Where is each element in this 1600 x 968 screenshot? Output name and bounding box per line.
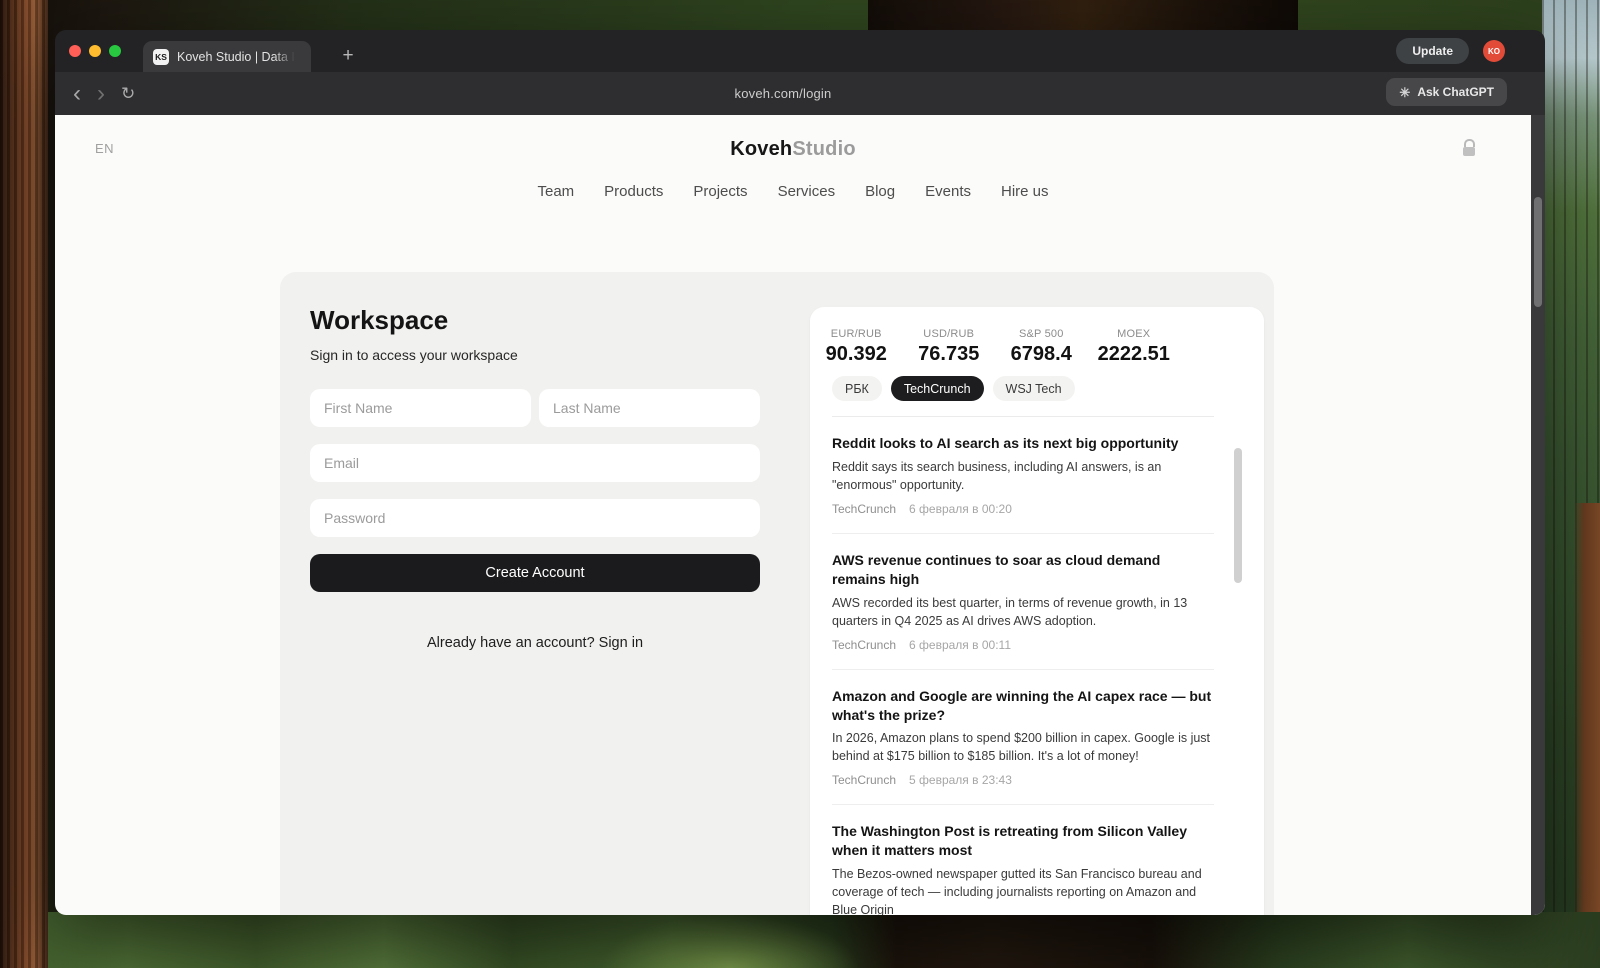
screenshot-stage: KS Koveh Studio | Data I + Update KO ‹ ›… xyxy=(0,0,1600,968)
wallpaper-sunlit-grass xyxy=(600,914,860,968)
news-timestamp: 6 февраля в 00:11 xyxy=(909,638,1011,652)
ticker-moex: MOEX 2222.51 xyxy=(1088,328,1181,366)
browser-tab[interactable]: KS Koveh Studio | Data I xyxy=(143,41,311,72)
form-title: Workspace xyxy=(310,305,760,336)
password-field[interactable] xyxy=(310,499,760,537)
news-item[interactable]: Reddit looks to AI search as its next bi… xyxy=(832,417,1214,534)
sign-in-link[interactable]: Already have an account? Sign in xyxy=(310,635,760,651)
nav-item-events[interactable]: Events xyxy=(925,183,971,200)
news-source: TechCrunch xyxy=(832,502,896,516)
source-tab-wsj-tech[interactable]: WSJ Tech xyxy=(993,376,1075,401)
content-panel: Workspace Sign in to access your workspa… xyxy=(280,272,1274,915)
site-logo[interactable]: KovehStudio xyxy=(55,138,1531,161)
lock-icon[interactable] xyxy=(1463,139,1475,156)
openai-icon: ✳ xyxy=(1399,86,1410,99)
reload-icon[interactable]: ↻ xyxy=(121,84,135,104)
new-tab-button[interactable]: + xyxy=(335,43,361,69)
ticker-sp500: S&P 500 6798.4 xyxy=(995,328,1088,366)
wallpaper-tree-trunk-left xyxy=(0,0,48,968)
news-item[interactable]: AWS revenue continues to soar as cloud d… xyxy=(832,534,1214,670)
browser-titlebar: KS Koveh Studio | Data I + Update KO xyxy=(55,30,1545,72)
nav-item-hire-us[interactable]: Hire us xyxy=(1001,183,1049,200)
minimize-window-button[interactable] xyxy=(89,45,101,57)
workspace-form: Workspace Sign in to access your workspa… xyxy=(310,305,760,651)
nav-item-team[interactable]: Team xyxy=(537,183,574,200)
news-item[interactable]: Amazon and Google are winning the AI cap… xyxy=(832,670,1214,806)
news-card: EUR/RUB 90.392 USD/RUB 76.735 S&P 500 67… xyxy=(810,307,1264,915)
tab-favicon: KS xyxy=(153,49,169,65)
news-timestamp: 5 февраля в 23:43 xyxy=(909,773,1012,787)
news-list: Reddit looks to AI search as its next bi… xyxy=(832,417,1214,915)
news-source-tabs: РБК TechCrunch WSJ Tech xyxy=(832,376,1264,401)
ticker-usd-rub: USD/RUB 76.735 xyxy=(903,328,996,366)
last-name-field[interactable] xyxy=(539,389,760,427)
news-list-scrollbar[interactable] xyxy=(1234,448,1242,583)
webpage: EN KovehStudio Team Products Projects Se… xyxy=(55,115,1545,915)
ask-chatgpt-label: Ask ChatGPT xyxy=(1417,85,1494,99)
forward-icon[interactable]: › xyxy=(97,84,105,104)
page-scrollbar-thumb[interactable] xyxy=(1534,197,1542,307)
first-name-field[interactable] xyxy=(310,389,531,427)
ask-chatgpt-button[interactable]: ✳ Ask ChatGPT xyxy=(1386,78,1507,106)
browser-window: KS Koveh Studio | Data I + Update KO ‹ ›… xyxy=(55,30,1545,915)
news-item[interactable]: The Washington Post is retreating from S… xyxy=(832,805,1214,915)
news-source: TechCrunch xyxy=(832,773,896,787)
nav-item-services[interactable]: Services xyxy=(778,183,836,200)
ticker-eur-rub: EUR/RUB 90.392 xyxy=(810,328,903,366)
logo-secondary: Studio xyxy=(792,138,855,160)
source-tab-rbk[interactable]: РБК xyxy=(832,376,882,401)
wallpaper-tree-trunk-right xyxy=(1574,503,1600,968)
update-button[interactable]: Update xyxy=(1396,38,1469,64)
create-account-button[interactable]: Create Account xyxy=(310,554,760,592)
navigation-buttons: ‹ › ↻ xyxy=(73,84,135,104)
source-tab-techcrunch[interactable]: TechCrunch xyxy=(891,376,984,401)
nav-item-blog[interactable]: Blog xyxy=(865,183,895,200)
back-icon[interactable]: ‹ xyxy=(73,84,81,104)
zoom-window-button[interactable] xyxy=(109,45,121,57)
window-controls xyxy=(69,45,121,57)
nav-item-products[interactable]: Products xyxy=(604,183,663,200)
nav-item-projects[interactable]: Projects xyxy=(693,183,747,200)
logo-primary: Koveh xyxy=(730,138,792,160)
profile-avatar[interactable]: KO xyxy=(1483,40,1505,62)
news-timestamp: 6 февраля в 00:20 xyxy=(909,502,1012,516)
form-subtitle: Sign in to access your workspace xyxy=(310,347,760,363)
browser-toolbar: ‹ › ↻ koveh.com/login ✳ Ask ChatGPT xyxy=(55,72,1545,115)
close-window-button[interactable] xyxy=(69,45,81,57)
email-field[interactable] xyxy=(310,444,760,482)
news-source: TechCrunch xyxy=(832,638,896,652)
tab-title: Koveh Studio | Data I xyxy=(177,50,295,64)
main-navigation: Team Products Projects Services Blog Eve… xyxy=(55,183,1531,200)
titlebar-right-cluster: Update KO xyxy=(1396,38,1505,64)
address-bar[interactable]: koveh.com/login xyxy=(55,86,1511,101)
page-scrollbar-track xyxy=(1531,115,1545,915)
market-ticker: EUR/RUB 90.392 USD/RUB 76.735 S&P 500 67… xyxy=(810,328,1180,366)
